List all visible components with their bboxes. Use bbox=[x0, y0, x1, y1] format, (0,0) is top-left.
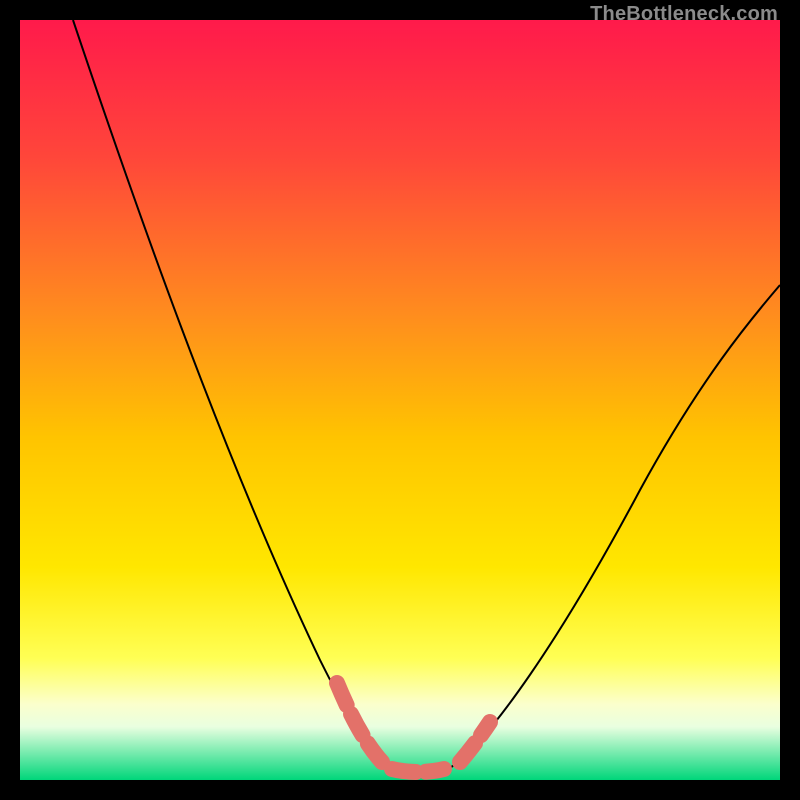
bottleneck-curve bbox=[20, 20, 780, 780]
curve-left-branch bbox=[73, 20, 390, 768]
watermark-text: TheBottleneck.com bbox=[590, 3, 778, 26]
sweet-spot-highlight-mid bbox=[392, 769, 444, 772]
sweet-spot-highlight-right bbox=[460, 722, 490, 762]
curve-right-branch bbox=[450, 285, 780, 768]
plot-area bbox=[20, 20, 780, 780]
chart-frame: TheBottleneck.com bbox=[0, 0, 800, 800]
sweet-spot-highlight-left bbox=[337, 683, 382, 762]
